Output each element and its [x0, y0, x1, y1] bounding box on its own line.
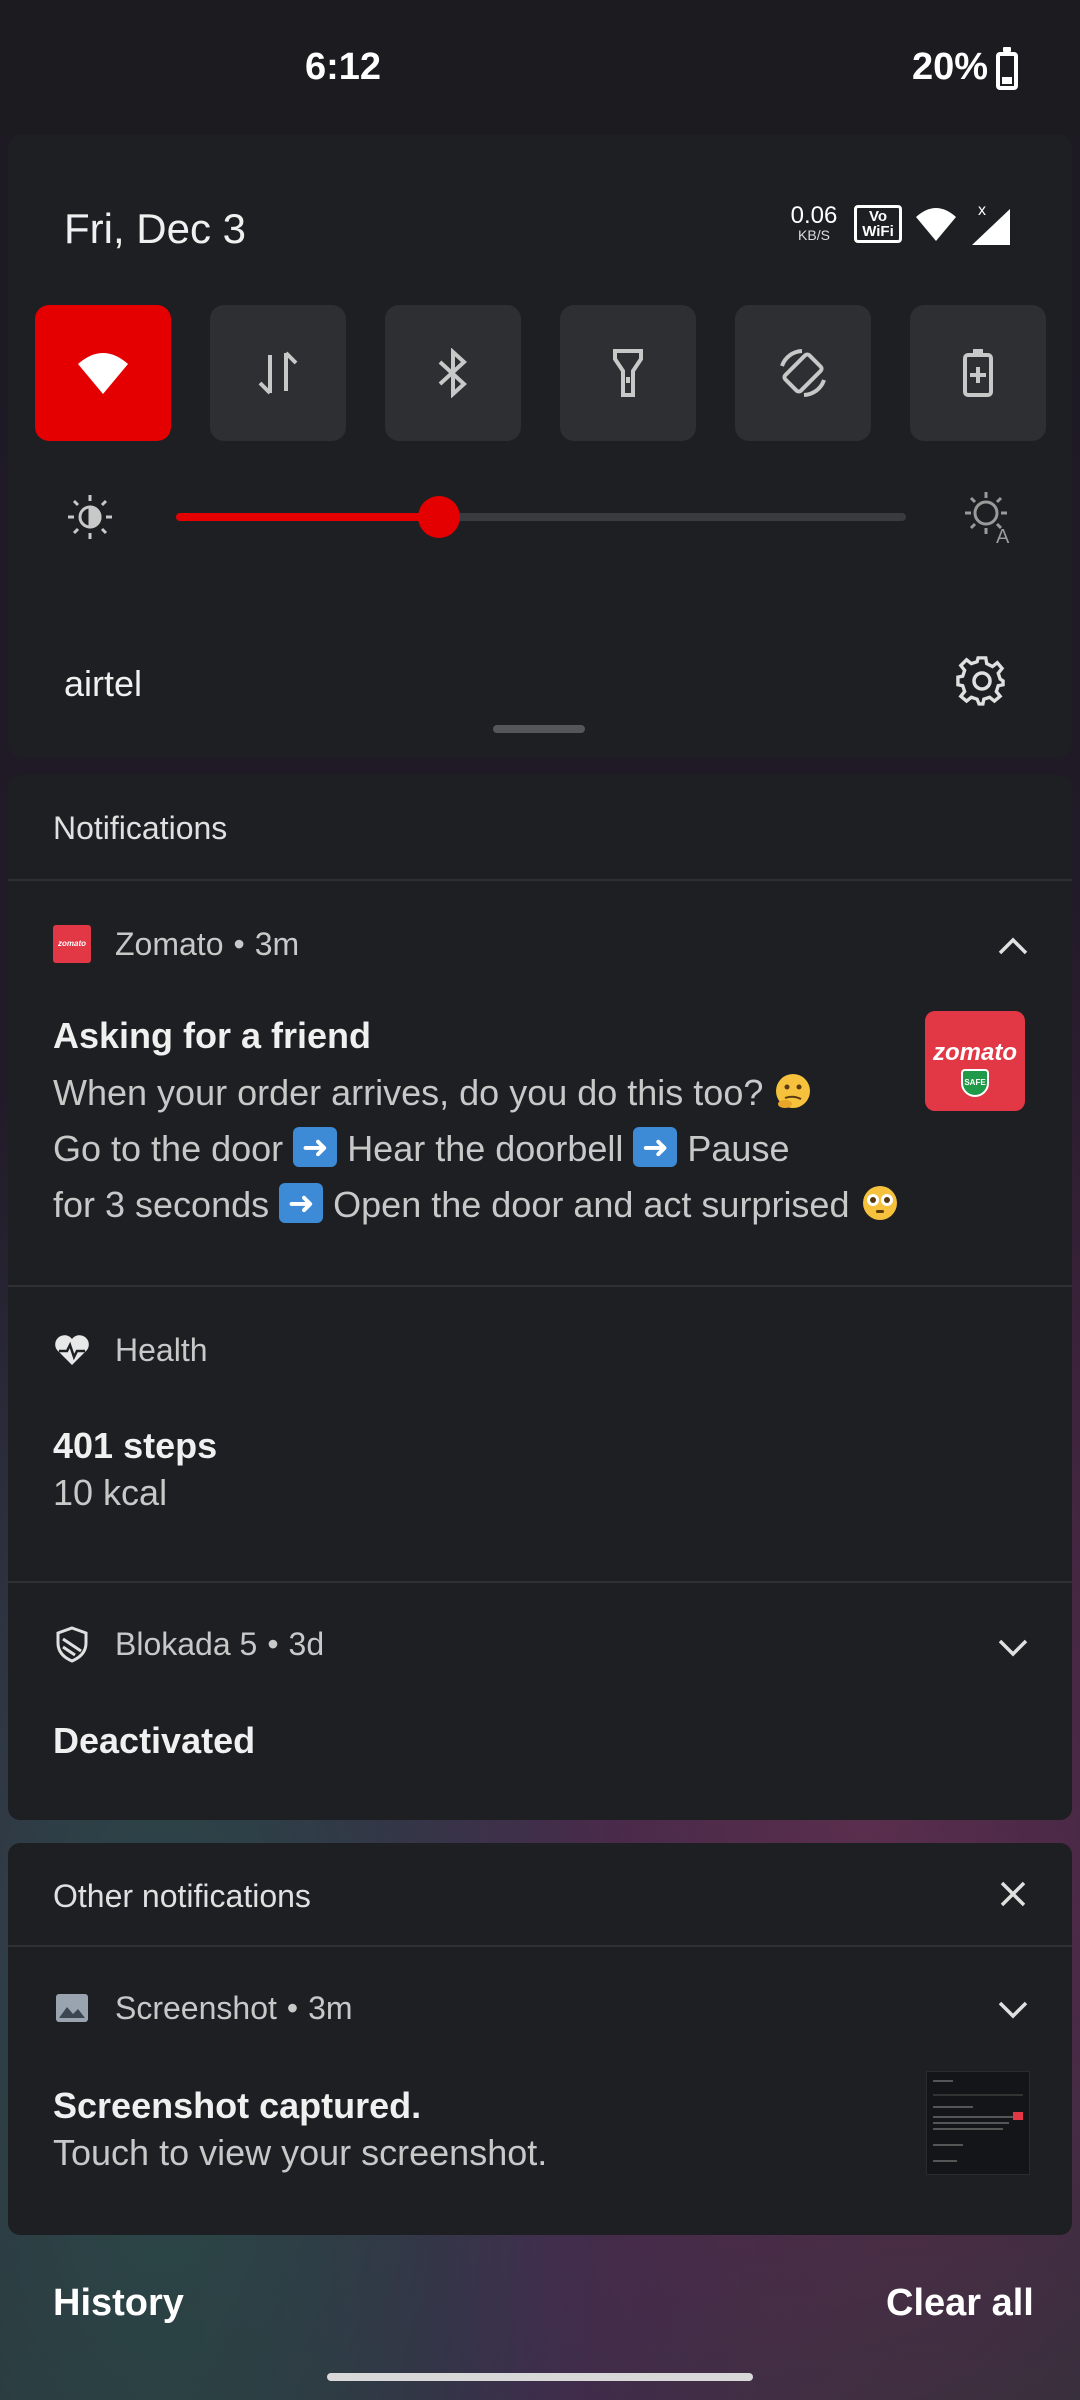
- bluetooth-icon: [438, 348, 467, 398]
- app-name: Blokada 5: [115, 1625, 258, 1662]
- image-icon: [53, 1989, 91, 2027]
- zomato-app-icon: zomato: [53, 925, 91, 963]
- chevron-up-icon[interactable]: [996, 935, 1030, 957]
- body-text: Go to the door: [53, 1128, 284, 1169]
- divider: [8, 879, 1072, 881]
- body-text: Hear the doorbell: [347, 1128, 624, 1169]
- signal-badge: x: [978, 202, 986, 219]
- app-name: Zomato: [115, 925, 224, 962]
- battery-saver-icon: [963, 349, 993, 397]
- data-arrows-icon: [258, 351, 298, 395]
- flashlight-icon: [613, 349, 643, 397]
- notification-body: Touch to view your screenshot.: [53, 2132, 548, 2173]
- separator-dot: •: [267, 1625, 279, 1662]
- auto-brightness-icon[interactable]: A: [960, 489, 1016, 545]
- heart-icon: [53, 1331, 91, 1369]
- battery-icon: [996, 47, 1018, 90]
- rotate-icon: [780, 349, 826, 397]
- app-name: Health: [115, 1331, 208, 1368]
- brightness-slider[interactable]: [176, 496, 906, 538]
- zomato-large-icon: zomato SAFE: [925, 1011, 1025, 1111]
- divider: [8, 1581, 1072, 1583]
- network-speed-unit: KB/S: [798, 227, 830, 243]
- tile-wifi[interactable]: [35, 305, 171, 441]
- notification-header-health: Health: [53, 1331, 208, 1369]
- flushed-face-emoji: [860, 1183, 900, 1223]
- thinking-face-emoji: [773, 1071, 813, 1111]
- right-arrow-emoji: [279, 1183, 324, 1223]
- vowifi-label-wifi: WiFi: [862, 223, 894, 240]
- brightness-thumb[interactable]: [418, 496, 460, 538]
- notification-header-zomato: zomato Zomato • 3m: [53, 925, 299, 963]
- body-line: for 3 seconds Open the door and act surp…: [53, 1177, 933, 1233]
- notification-title: Deactivated: [53, 1720, 256, 1761]
- settings-gear-icon[interactable]: [956, 655, 1008, 707]
- notification-body: 10 kcal: [53, 1472, 168, 1513]
- tile-battery-saver[interactable]: [910, 305, 1046, 441]
- shield-icon: [53, 1625, 91, 1663]
- chevron-down-icon[interactable]: [996, 1999, 1030, 2021]
- notification-title: Screenshot captured.: [53, 2085, 422, 2126]
- gesture-nav-bar[interactable]: [327, 2373, 753, 2381]
- screenshot-thumbnail[interactable]: [926, 2071, 1030, 2175]
- wifi-status-icon: [916, 208, 956, 241]
- close-icon[interactable]: [998, 1879, 1028, 1909]
- wifi-icon: [78, 353, 128, 394]
- right-arrow-emoji: [293, 1127, 338, 1167]
- chevron-down-icon[interactable]: [996, 1637, 1030, 1659]
- notification-time: 3m: [308, 1989, 353, 2026]
- notification-header-blokada: Blokada 5 • 3d: [53, 1625, 324, 1663]
- separator-dot: •: [286, 1989, 299, 2026]
- body-line: When your order arrives, do you do this …: [53, 1065, 933, 1121]
- panel-drag-handle[interactable]: [493, 725, 585, 733]
- divider: [8, 1945, 1072, 1947]
- tile-flashlight[interactable]: [560, 305, 696, 441]
- tile-bluetooth[interactable]: [385, 305, 521, 441]
- notifications-card: Notifications zomato Zomato • 3m Asking …: [8, 775, 1072, 1820]
- safe-badge: SAFE: [961, 1069, 989, 1097]
- clock: 6:12: [305, 46, 382, 88]
- cell-signal-icon: x: [972, 202, 1010, 245]
- notification-time: 3m: [254, 925, 300, 962]
- quick-tiles: [35, 305, 1065, 441]
- carrier-name: airtel: [64, 663, 143, 704]
- body-text: Open the door and act surprised: [333, 1184, 850, 1225]
- notification-title: 401 steps: [53, 1425, 218, 1466]
- notification-header-screenshot: Screenshot • 3m: [53, 1989, 353, 2027]
- body-text: When your order arrives, do you do this …: [53, 1072, 764, 1113]
- tile-mobile-data[interactable]: [210, 305, 346, 441]
- divider: [8, 1285, 1072, 1287]
- quick-settings-panel: Fri, Dec 3 0.06 KB/S Vo WiFi x A airtel: [8, 135, 1072, 757]
- notification-body: When your order arrives, do you do this …: [53, 1065, 933, 1233]
- body-text: for 3 seconds: [53, 1184, 270, 1225]
- other-notifications-header: Other notifications: [53, 1878, 311, 1914]
- brightness-fill: [176, 513, 439, 521]
- tile-auto-rotate[interactable]: [735, 305, 871, 441]
- zomato-logo-text: zomato: [933, 1039, 1017, 1066]
- app-name: Screenshot: [115, 1989, 277, 2026]
- network-speed-value: 0.06: [790, 202, 838, 229]
- clear-all-button[interactable]: Clear all: [886, 2282, 1034, 2325]
- notification-time: 3d: [288, 1625, 325, 1662]
- history-button[interactable]: History: [53, 2282, 184, 2325]
- body-text: Pause: [687, 1128, 790, 1169]
- right-arrow-emoji: [633, 1127, 678, 1167]
- notification-title: Asking for a friend: [53, 1015, 372, 1056]
- body-line: Go to the door Hear the doorbell Pause: [53, 1121, 933, 1177]
- notifications-header: Notifications: [53, 810, 228, 846]
- other-notifications-card: Other notifications Screenshot • 3m Scre…: [8, 1843, 1072, 2235]
- brightness-low-icon: [68, 495, 112, 539]
- vowifi-icon: Vo WiFi: [854, 205, 902, 243]
- date-label[interactable]: Fri, Dec 3: [64, 205, 246, 253]
- network-speed: 0.06 KB/S: [786, 202, 842, 244]
- brightness-row: A: [8, 475, 1072, 555]
- status-bar: 6:12 20%: [0, 0, 1080, 135]
- battery-percent: 20%: [912, 46, 989, 88]
- svg-text:A: A: [996, 526, 1010, 545]
- separator-dot: •: [233, 925, 245, 962]
